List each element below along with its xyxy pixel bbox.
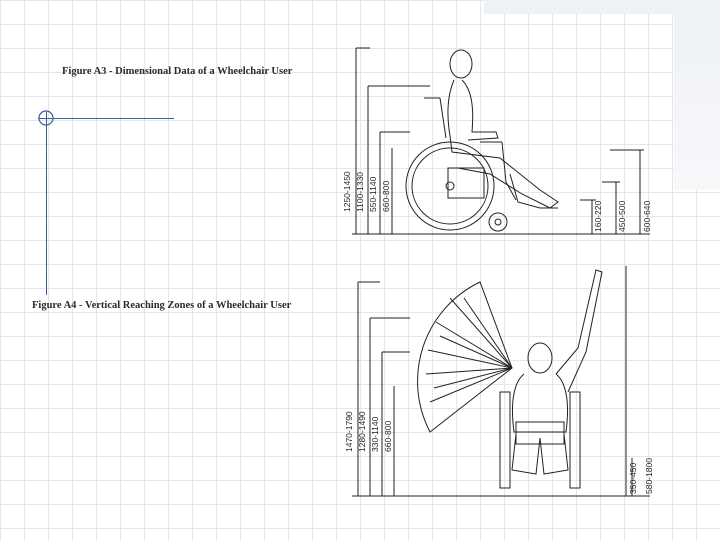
a3-dim-4: 660-800 [381, 181, 391, 212]
figure-a4-drawing [352, 266, 650, 497]
a3-dim-1: 1250-1450 [342, 171, 352, 212]
a3-dim-7: 600-640 [642, 201, 652, 232]
a3-dim-2: 1100-1330 [355, 172, 365, 212]
a3-dim-5: 160-220 [593, 201, 603, 232]
a3-dim-3: 550-1140 [368, 176, 378, 212]
a3-dim-6: 450-500 [617, 201, 627, 232]
